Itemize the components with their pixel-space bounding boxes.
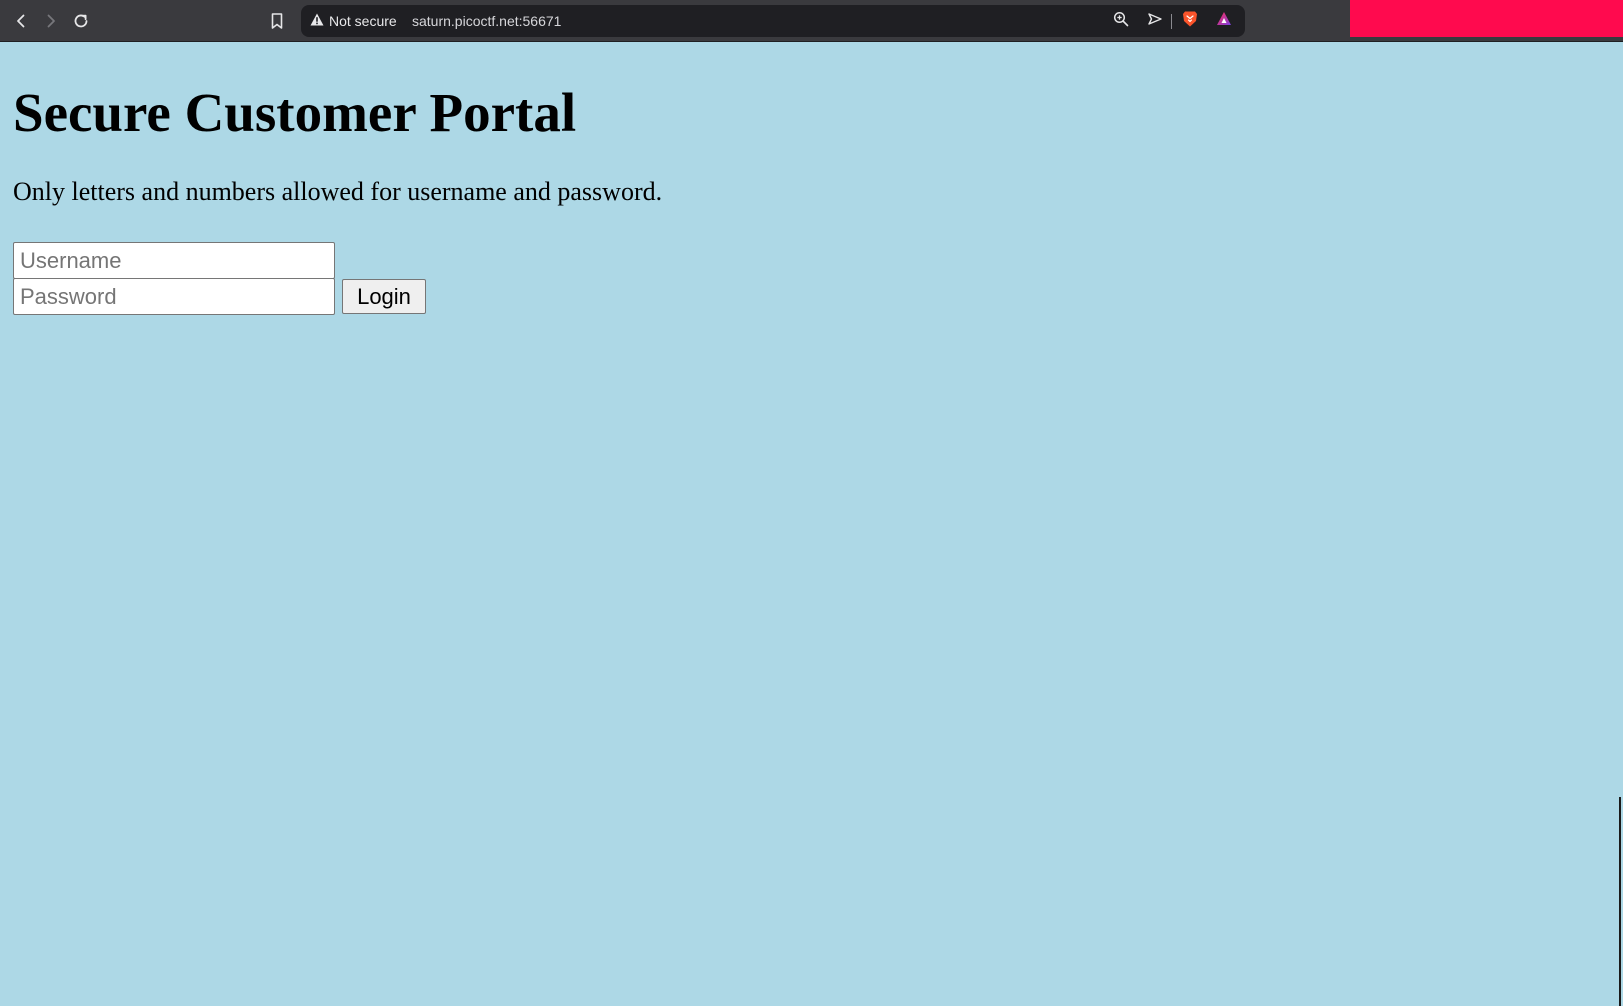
security-indicator[interactable]: Not secure [310,5,397,37]
forward-icon [43,13,59,29]
warning-icon [310,13,324,29]
brave-shield-button[interactable] [1180,11,1200,31]
bookmark-button[interactable] [264,8,290,34]
redacted-area [1350,0,1623,37]
brave-rewards-button[interactable] [1214,11,1234,31]
zoom-icon [1113,11,1129,32]
password-input[interactable] [13,278,335,315]
security-label: Not secure [329,13,397,29]
address-bar[interactable]: Not secure saturn.picoctf.net:56671 [301,5,1245,37]
scrollbar[interactable] [1619,797,1621,1006]
page-title: Secure Customer Portal [13,82,577,143]
send-button[interactable] [1145,11,1165,31]
back-icon [13,13,29,29]
browser-toolbar: Not secure saturn.picoctf.net:56671 [0,0,1623,42]
back-button[interactable] [8,8,34,34]
reload-icon [72,12,90,30]
reload-button[interactable] [68,8,94,34]
brave-rewards-icon [1216,11,1232,32]
zoom-button[interactable] [1111,11,1131,31]
send-icon [1147,11,1163,32]
url-text[interactable]: saturn.picoctf.net:56671 [412,5,561,37]
forward-button[interactable] [38,8,64,34]
bookmark-icon [269,12,285,30]
page-description: Only letters and numbers allowed for use… [13,177,663,206]
username-input[interactable] [13,242,335,279]
brave-shield-icon [1182,10,1198,33]
login-button[interactable]: Login [342,279,426,314]
url-divider [1171,14,1172,29]
